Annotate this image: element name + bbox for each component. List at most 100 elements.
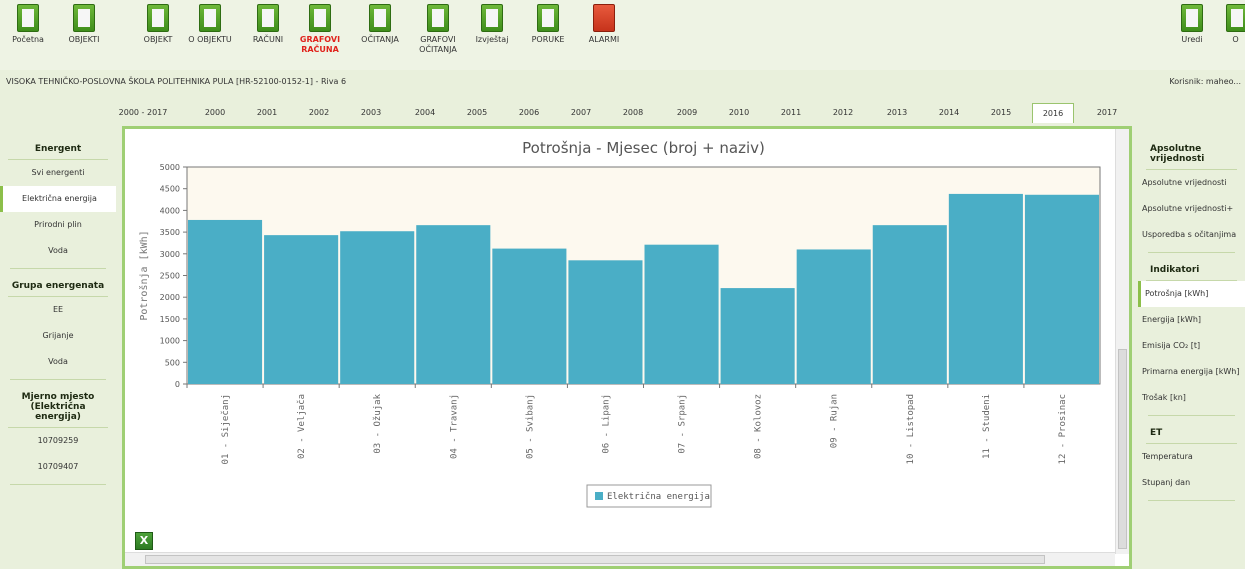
year-tab-2000[interactable]: 2000 (194, 103, 236, 123)
bar[interactable] (796, 249, 871, 384)
year-tab-2014[interactable]: 2014 (928, 103, 970, 123)
absolute-values-item[interactable]: Apsolutne vrijednosti+ (1138, 196, 1245, 222)
excel-export-icon[interactable]: X (135, 532, 153, 550)
toolbar-item-label: PORUKE (531, 35, 565, 44)
bar[interactable] (416, 225, 491, 384)
main-toolbar: Početna OBJEKTI OBJEKT O OBJEKTU RAČUNI GRAFO… (0, 0, 1245, 70)
divider (10, 484, 106, 485)
horizontal-scrollbar[interactable] (125, 552, 1115, 566)
reading-icon (369, 4, 391, 32)
toolbar-item-other[interactable]: O (1226, 4, 1245, 45)
indicator-item[interactable]: Potrošnja [kWh] (1138, 281, 1245, 307)
year-tab-2005[interactable]: 2005 (456, 103, 498, 123)
year-tab-2010[interactable]: 2010 (718, 103, 760, 123)
year-tab-2001[interactable]: 2001 (246, 103, 288, 123)
scroll-thumb[interactable] (1118, 349, 1127, 549)
toolbar-item-mail[interactable]: PORUKE (520, 4, 576, 45)
meter-item[interactable]: 10709407 (0, 454, 116, 480)
year-tab-2012[interactable]: 2012 (822, 103, 864, 123)
building-icon (147, 4, 169, 32)
energent-item[interactable]: Svi energenti (0, 160, 116, 186)
divider (10, 268, 106, 269)
energy-group-item[interactable]: Grijanje (0, 323, 116, 349)
bar[interactable] (720, 288, 795, 384)
bar[interactable] (568, 260, 643, 384)
left-filter-panel: Energent Svi energenti Električna energija… (0, 140, 116, 569)
toolbar-item-reading[interactable]: OČITANJA (352, 4, 408, 45)
x-tick-label: 11 - Studeni (982, 394, 992, 459)
indicator-item[interactable]: Emisija CO₂ [t] (1138, 333, 1245, 359)
toolbar-item-label: OČITANJA (361, 35, 399, 44)
bar-chart: Potrošnja - Mjesec (broj + naziv) 0 500 100… (138, 139, 1101, 508)
toolbar-item-invoice[interactable]: RAČUNI (240, 4, 296, 45)
report-icon (481, 4, 503, 32)
et-item[interactable]: Temperatura (1138, 444, 1245, 470)
toolbar-item-building[interactable]: OBJEKT (130, 4, 186, 45)
absolute-values-item[interactable]: Usporedba s očitanjima (1138, 222, 1245, 248)
bar[interactable] (872, 225, 947, 384)
x-tick-label: 10 - Listopad (906, 394, 916, 464)
energy-group-item[interactable]: Voda (0, 349, 116, 375)
y-tick-label: 500 (165, 358, 180, 367)
toolbar-item-label: O (1232, 35, 1239, 44)
year-tab-2002[interactable]: 2002 (298, 103, 340, 123)
energent-item[interactable]: Prirodni plin (0, 212, 116, 238)
energent-header: Energent (8, 140, 108, 160)
home-icon (17, 4, 39, 32)
et-item[interactable]: Stupanj dan (1138, 470, 1245, 496)
toolbar-item-edit[interactable]: Uredi (1172, 4, 1212, 45)
bar[interactable] (188, 219, 263, 384)
year-tab-2009[interactable]: 2009 (666, 103, 708, 123)
year-tab-2007[interactable]: 2007 (560, 103, 602, 123)
y-tick-label: 1500 (160, 315, 180, 324)
scroll-thumb[interactable] (145, 555, 1045, 564)
y-tick-label: 2500 (160, 272, 180, 281)
toolbar-item-label: OBJEKTI (68, 35, 100, 44)
energent-item[interactable]: Voda (0, 238, 116, 264)
invoice-icon (257, 4, 279, 32)
bar[interactable] (264, 235, 339, 384)
toolbar-item-alarm[interactable]: ALARMI (576, 4, 632, 45)
bar[interactable] (340, 231, 415, 384)
bar[interactable] (948, 193, 1023, 384)
edit-icon (1181, 4, 1203, 32)
bar[interactable] (492, 248, 567, 384)
energent-item[interactable]: Električna energija (0, 186, 116, 212)
vertical-scrollbar[interactable] (1115, 129, 1129, 554)
year-tab-2016[interactable]: 2016 (1032, 103, 1074, 123)
year-tab-2011[interactable]: 2011 (770, 103, 812, 123)
year-tab-2017[interactable]: 2017 (1086, 103, 1128, 123)
absolute-values-item[interactable]: Apsolutne vrijednosti (1138, 170, 1245, 196)
indicator-item[interactable]: Primarna energija [kWh] (1138, 359, 1245, 385)
toolbar-item-buildings[interactable]: OBJEKTI (56, 4, 112, 45)
toolbar-item-globe[interactable]: O OBJEKTU (182, 4, 238, 45)
toolbar-item-chart[interactable]: GRAFOVI RAČUNA (292, 4, 348, 55)
year-tab-2013[interactable]: 2013 (876, 103, 918, 123)
other-icon (1226, 4, 1245, 32)
x-tick-label: 02 - Veljača (296, 394, 307, 459)
bar[interactable] (1024, 194, 1099, 384)
toolbar-item-home[interactable]: Početna (0, 4, 56, 45)
year-tab-2000-2017[interactable]: 2000 - 2017 (114, 103, 172, 123)
toolbar-item-label: GRAFOVI RAČUNA (299, 35, 341, 54)
y-tick-label: 3500 (160, 228, 180, 237)
toolbar-item-chart-reading[interactable]: GRAFOVI OČITANJA (410, 4, 466, 55)
year-tab-2008[interactable]: 2008 (612, 103, 654, 123)
year-tab-2003[interactable]: 2003 (350, 103, 392, 123)
globe-icon (199, 4, 221, 32)
energy-group-item[interactable]: EE (0, 297, 116, 323)
x-tick-label: 08 - Kolovoz (754, 394, 764, 459)
toolbar-item-label: OBJEKT (143, 35, 173, 44)
year-tab-2004[interactable]: 2004 (404, 103, 446, 123)
bar[interactable] (644, 244, 719, 384)
indicator-item[interactable]: Trošak [kn] (1138, 385, 1245, 411)
meter-item[interactable]: 10709259 (0, 428, 116, 454)
year-tab-2006[interactable]: 2006 (508, 103, 550, 123)
toolbar-item-report[interactable]: Izvještaj (464, 4, 520, 45)
indicator-item[interactable]: Energija [kWh] (1138, 307, 1245, 333)
year-tab-2015[interactable]: 2015 (980, 103, 1022, 123)
x-tick-label: 05 - Svibanj (525, 394, 535, 459)
toolbar-item-label: O OBJEKTU (188, 35, 232, 44)
absolute-values-header: Apsolutne vrijednosti (1146, 140, 1237, 170)
legend-swatch (595, 492, 603, 500)
